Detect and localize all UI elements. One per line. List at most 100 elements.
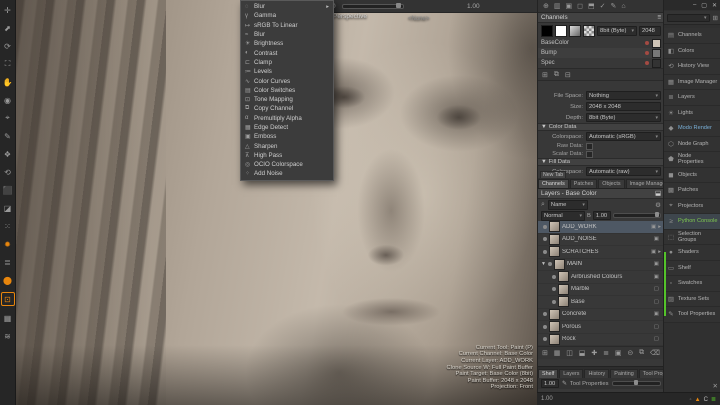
menu-item[interactable]: ▦ Edge Detect <box>241 123 333 132</box>
channel-swatch[interactable] <box>652 39 661 48</box>
layer-row[interactable]: ADD_WORK ▣ ▸ <box>538 221 664 234</box>
strip-combo[interactable]: ▾ <box>667 14 710 22</box>
layer-action-button[interactable]: ▣ <box>615 349 622 357</box>
layer-opacity-slider[interactable] <box>613 213 661 218</box>
layer-mask-icon[interactable]: ▣ <box>654 311 659 317</box>
menu-item[interactable]: ∿ Color Curves <box>241 76 333 85</box>
palette-button[interactable]: ◧ Colors <box>664 44 720 60</box>
fill-data-header[interactable]: ▼ Fill Data <box>538 158 664 166</box>
channels-palette-header[interactable]: Channels ≡ <box>538 13 664 23</box>
layer-visibility-dot[interactable] <box>552 287 556 291</box>
layer-action-button[interactable]: ⌫ <box>650 349 660 357</box>
tool-icon[interactable]: ❖ <box>2 148 14 160</box>
tool-icon[interactable]: ◉ <box>2 94 14 106</box>
menu-item[interactable]: ▤ Color Switches <box>241 86 333 95</box>
palette-tab[interactable]: Patches <box>570 179 597 188</box>
menu-item[interactable]: ◎ OCIO Colorspace <box>241 160 333 169</box>
layer-action-button[interactable]: ⬓ <box>579 349 586 357</box>
tool-icon[interactable]: ⬤ <box>2 274 14 286</box>
palette-button[interactable]: ≥ Python Console <box>664 214 720 230</box>
layer-row[interactable]: ADD_NOISE ▣ <box>538 234 664 247</box>
channel-row[interactable]: Bump <box>538 48 664 58</box>
panel-toolbar-icon[interactable]: ✓ <box>600 2 606 10</box>
radius-value[interactable]: 1.00 <box>467 3 480 10</box>
tool-icon[interactable]: ◪ <box>2 202 14 214</box>
menu-item[interactable]: ◐ Contrast <box>241 48 333 57</box>
layer-row[interactable]: Concrete ▣ <box>538 309 664 322</box>
layer-visibility-dot[interactable] <box>552 275 556 279</box>
color-data-header[interactable]: ▼ Color Data <box>538 123 664 131</box>
colorspace-combo[interactable]: Automatic (sRGB) ▾ <box>586 132 661 141</box>
channel-action-button[interactable]: ⧉ <box>554 71 559 79</box>
layer-visibility-dot[interactable] <box>543 312 547 316</box>
tool-icon[interactable]: ⟳ <box>2 40 14 52</box>
depth-field-combo[interactable]: 8bit (Byte) ▾ <box>586 113 661 122</box>
layers-palette-header[interactable]: Layers - Base Color ⬓ <box>538 189 664 199</box>
layer-action-button[interactable]: ▦ <box>554 349 561 357</box>
gear-icon[interactable]: ⚙ <box>655 201 661 209</box>
palette-button[interactable]: ☀ Lights <box>664 106 720 122</box>
footer-value-field[interactable]: 1.00 <box>541 379 559 388</box>
fill-colorspace-combo[interactable]: Automatic (raw) ▾ <box>586 167 661 176</box>
layer-action-button[interactable]: ⊝ <box>627 349 633 357</box>
tool-icon[interactable]: ▦ <box>2 312 14 324</box>
layer-mask-icon[interactable]: ▢ <box>654 336 659 342</box>
tool-icon[interactable]: ⁙ <box>2 220 14 232</box>
add-icon[interactable]: ⊞ <box>713 14 718 22</box>
menu-item[interactable]: ☀ Brightness <box>241 39 333 48</box>
tool-icon[interactable]: ⊡ <box>1 292 15 306</box>
group-collapse-icon[interactable]: ▼ <box>541 261 546 267</box>
palette-button[interactable]: ⬟ Node Properties <box>664 152 720 168</box>
menu-item[interactable]: ≈ Blur <box>241 30 333 39</box>
blend-mode-combo[interactable]: Normal ▾ <box>541 211 585 221</box>
menu-item[interactable]: ⧉ Copy Channel <box>241 104 333 113</box>
panel-toolbar-icon[interactable]: ⬒ <box>588 2 595 10</box>
layer-action-button[interactable]: ⧉ <box>639 349 644 357</box>
palette-button[interactable]: ▩ Patches <box>664 183 720 199</box>
channel-swatch[interactable] <box>652 49 661 58</box>
layer-action-button[interactable]: ◫ <box>566 349 573 357</box>
tool-icon[interactable]: ✛ <box>2 4 14 16</box>
palette-button[interactable]: ◼ Objects <box>664 168 720 184</box>
channel-row[interactable]: BaseColor <box>538 38 664 48</box>
tool-icon[interactable]: ≣ <box>2 256 14 268</box>
palette-button[interactable]: ▤ Channels <box>664 28 720 44</box>
layer-visibility-dot[interactable] <box>543 325 547 329</box>
menu-item[interactable]: ▣ Emboss <box>241 132 333 141</box>
palette-button[interactable]: ⟲ History View <box>664 59 720 75</box>
layer-opacity-field[interactable]: 1.00 <box>593 211 611 220</box>
layer-visibility-dot[interactable] <box>543 237 547 241</box>
view-tab-perspective[interactable]: Perspective <box>333 13 367 20</box>
blend-letter[interactable]: B <box>587 213 591 219</box>
layer-visibility-dot[interactable] <box>548 262 552 266</box>
panel-toolbar-icon[interactable]: ⊕ <box>543 2 549 10</box>
layer-opacity-knob[interactable] <box>655 212 659 217</box>
layer-visibility-dot[interactable] <box>543 337 547 341</box>
layer-mask-icon[interactable]: ▣ <box>651 224 656 230</box>
close-icon[interactable]: ✕ <box>713 382 718 390</box>
tool-icon[interactable]: ⬈ <box>2 22 14 34</box>
layer-mask-icon[interactable]: ▣ <box>654 261 659 267</box>
layer-mask-icon[interactable]: ▢ <box>654 286 659 292</box>
layer-row[interactable]: SCRATCHES ▣ ▸ <box>538 246 664 259</box>
layer-visibility-dot[interactable] <box>552 300 556 304</box>
layer-expand-icon[interactable]: ▸ <box>658 249 661 255</box>
layer-mask-icon[interactable]: ▣ <box>654 274 659 280</box>
layer-mask-icon[interactable]: ▢ <box>654 299 659 305</box>
menu-item[interactable]: α Premultiply Alpha <box>241 114 333 123</box>
tool-icon[interactable]: ⟲ <box>2 166 14 178</box>
menu-item[interactable]: ⁘ Add Noise <box>241 169 333 178</box>
file-space-combo[interactable]: Nothing ▾ <box>586 91 661 100</box>
raw-data-checkbox[interactable] <box>586 143 593 150</box>
depth-combo[interactable]: 8bit (Byte) ▾ <box>597 26 637 36</box>
menu-item[interactable]: ↦ sRGB To Linear <box>241 21 333 30</box>
palette-button[interactable]: ⌖ Projectors <box>664 199 720 215</box>
menu-item[interactable]: ≔ Levels <box>241 67 333 76</box>
menu-item[interactable]: △ Sharpen <box>241 141 333 150</box>
palette-tab[interactable]: Objects <box>598 179 624 188</box>
footer-slider-knob[interactable] <box>634 380 638 385</box>
layer-visibility-dot[interactable] <box>543 250 547 254</box>
quick-swatch-black[interactable] <box>541 25 553 37</box>
channel-swatch[interactable] <box>652 59 661 68</box>
layer-expand-icon[interactable]: ▸ <box>658 224 661 230</box>
